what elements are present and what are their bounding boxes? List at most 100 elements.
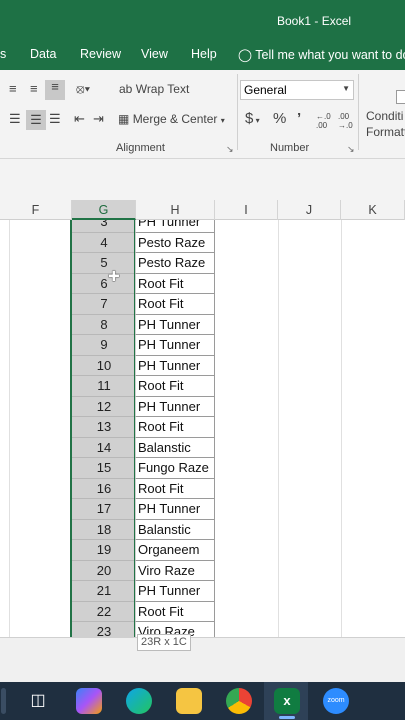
cell-g[interactable]: 12 (72, 396, 136, 417)
align-middle-icon[interactable]: ≡ (30, 82, 38, 96)
orientation-icon[interactable]: ⦻▾ (76, 82, 90, 96)
cell-h[interactable]: PH Tunner (136, 335, 215, 356)
tab-help[interactable]: Help (191, 47, 217, 61)
column-header-k[interactable]: K (341, 200, 405, 220)
group-divider (358, 74, 359, 150)
cell-g[interactable]: 16 (72, 478, 136, 499)
chevron-down-icon: ▼ (342, 84, 350, 93)
column-headers: F G H I J K (0, 200, 405, 220)
tab-view[interactable]: View (141, 47, 168, 61)
taskbar: ◫ x zoom (0, 682, 405, 720)
cell-h[interactable]: Root Fit (136, 294, 215, 315)
cell-h[interactable]: Balanstic (136, 437, 215, 458)
task-view-icon[interactable]: ◫ (25, 688, 51, 714)
taskbar-edge (1, 688, 6, 714)
cell-g[interactable]: 20 (72, 560, 136, 581)
cell-g[interactable]: 10 (72, 355, 136, 376)
merge-center-button[interactable]: ▦ Merge & Center ▾ (118, 112, 225, 128)
cell-h[interactable]: Root Fit (136, 601, 215, 622)
align-bottom-icon[interactable]: ≡ (45, 80, 65, 100)
cell-g[interactable]: 11 (72, 376, 136, 397)
cell-g[interactable]: 23 (72, 622, 136, 637)
active-indicator (279, 716, 295, 719)
cell-g[interactable]: 4 (72, 232, 136, 253)
sheet-status-area (0, 637, 405, 683)
cell-g[interactable]: 3 (72, 220, 136, 233)
conditional-format-line2: Formatt (366, 125, 405, 139)
currency-button[interactable]: $ ▾ (245, 111, 260, 128)
cell-cursor-icon: ✚ (108, 268, 120, 284)
align-top-icon[interactable]: ≡ (9, 82, 17, 96)
tell-me-box[interactable]: ◯ Tell me what you want to do (238, 47, 405, 62)
file-explorer-icon[interactable] (176, 688, 202, 714)
cell-h[interactable]: Pesto Raze (136, 253, 215, 274)
decrease-indent-icon[interactable]: ⇤ (74, 112, 85, 126)
comma-style-button[interactable]: ’ (297, 111, 301, 126)
cell-h[interactable]: PH Tunner (136, 499, 215, 520)
cell-h[interactable]: Organeem (136, 540, 215, 561)
cell-h[interactable]: PH Tunner (136, 314, 215, 335)
cell-h[interactable]: Root Fit (136, 273, 215, 294)
column-header-g[interactable]: G (72, 200, 136, 220)
copilot-icon[interactable] (76, 688, 102, 714)
merge-center-label: Merge & Center (132, 112, 218, 126)
cell-h[interactable]: PH Tunner (136, 220, 215, 233)
column-header-j[interactable]: J (278, 200, 341, 220)
cell-g[interactable]: 8 (72, 314, 136, 335)
column-header-i[interactable]: I (215, 200, 278, 220)
cell-g[interactable]: 13 (72, 417, 136, 438)
zoom-icon[interactable]: zoom (323, 688, 349, 714)
cell-g[interactable]: 5 (72, 253, 136, 274)
align-left-icon[interactable]: ☰ (9, 112, 21, 126)
gridline (9, 220, 10, 637)
tab-partial[interactable]: s (0, 47, 6, 61)
cell-h[interactable]: Root Fit (136, 478, 215, 499)
cell-g[interactable]: 7 (72, 294, 136, 315)
dialog-launcher-icon[interactable]: ↘ (226, 144, 234, 155)
column-header-h[interactable]: H (136, 200, 215, 220)
excel-icon[interactable]: x (274, 688, 300, 714)
selection-border-right (134, 220, 135, 637)
tab-review[interactable]: Review (80, 47, 121, 61)
cell-h[interactable]: PH Tunner (136, 396, 215, 417)
wrap-text-button[interactable]: ab Wrap Text (119, 82, 189, 96)
wrap-text-label: Wrap Text (135, 82, 190, 96)
edge-icon[interactable] (126, 688, 152, 714)
increase-indent-icon[interactable]: ⇥ (93, 112, 104, 126)
cell-g[interactable]: 17 (72, 499, 136, 520)
cell-g[interactable]: 15 (72, 458, 136, 479)
cell-g[interactable]: 18 (72, 519, 136, 540)
chevron-down-icon: ▾ (253, 116, 260, 125)
cell-g[interactable]: 9 (72, 335, 136, 356)
chrome-icon[interactable] (226, 688, 252, 714)
cell-g[interactable]: 22 (72, 601, 136, 622)
gridline (341, 220, 342, 637)
cell-h[interactable]: PH Tunner (136, 581, 215, 602)
dialog-launcher-icon[interactable]: ↘ (347, 144, 355, 155)
align-right-icon[interactable]: ☰ (49, 112, 61, 126)
align-center-icon[interactable]: ☰ (26, 110, 46, 130)
cell-h[interactable]: Fungo Raze (136, 458, 215, 479)
cell-h[interactable]: Root Fit (136, 417, 215, 438)
tell-me-text: Tell me what you want to do (255, 48, 405, 62)
tab-data[interactable]: Data (30, 47, 56, 61)
percent-button[interactable]: % (273, 111, 286, 126)
cell-h[interactable]: Pesto Raze (136, 232, 215, 253)
lightbulb-icon: ◯ (238, 48, 252, 62)
worksheet-grid[interactable]: 3 PH Tunner 4 Pesto Raze 5 Pesto Raze 6 Root Fi… (0, 220, 405, 637)
cell-g[interactable]: 6 (72, 273, 136, 294)
cell-h[interactable]: PH Tunner (136, 355, 215, 376)
cell-g[interactable]: 14 (72, 437, 136, 458)
cell-g[interactable]: 21 (72, 581, 136, 602)
cell-g[interactable]: 19 (72, 540, 136, 561)
conditional-format-line1: Conditi (366, 109, 404, 123)
cell-h[interactable]: Balanstic (136, 519, 215, 540)
cell-h[interactable]: Viro Raze (136, 560, 215, 581)
column-header-f[interactable]: F (0, 200, 72, 220)
window-title: Book1 - Excel (277, 14, 352, 28)
increase-decimal-button[interactable]: ←.0 .00 (316, 112, 334, 130)
cell-h[interactable]: Root Fit (136, 376, 215, 397)
decrease-decimal-button[interactable]: .00 →.0 (338, 112, 356, 130)
number-format-dropdown[interactable]: General ▼ (240, 80, 354, 100)
conditional-formatting-button[interactable]: Conditi Formatt (366, 108, 405, 140)
